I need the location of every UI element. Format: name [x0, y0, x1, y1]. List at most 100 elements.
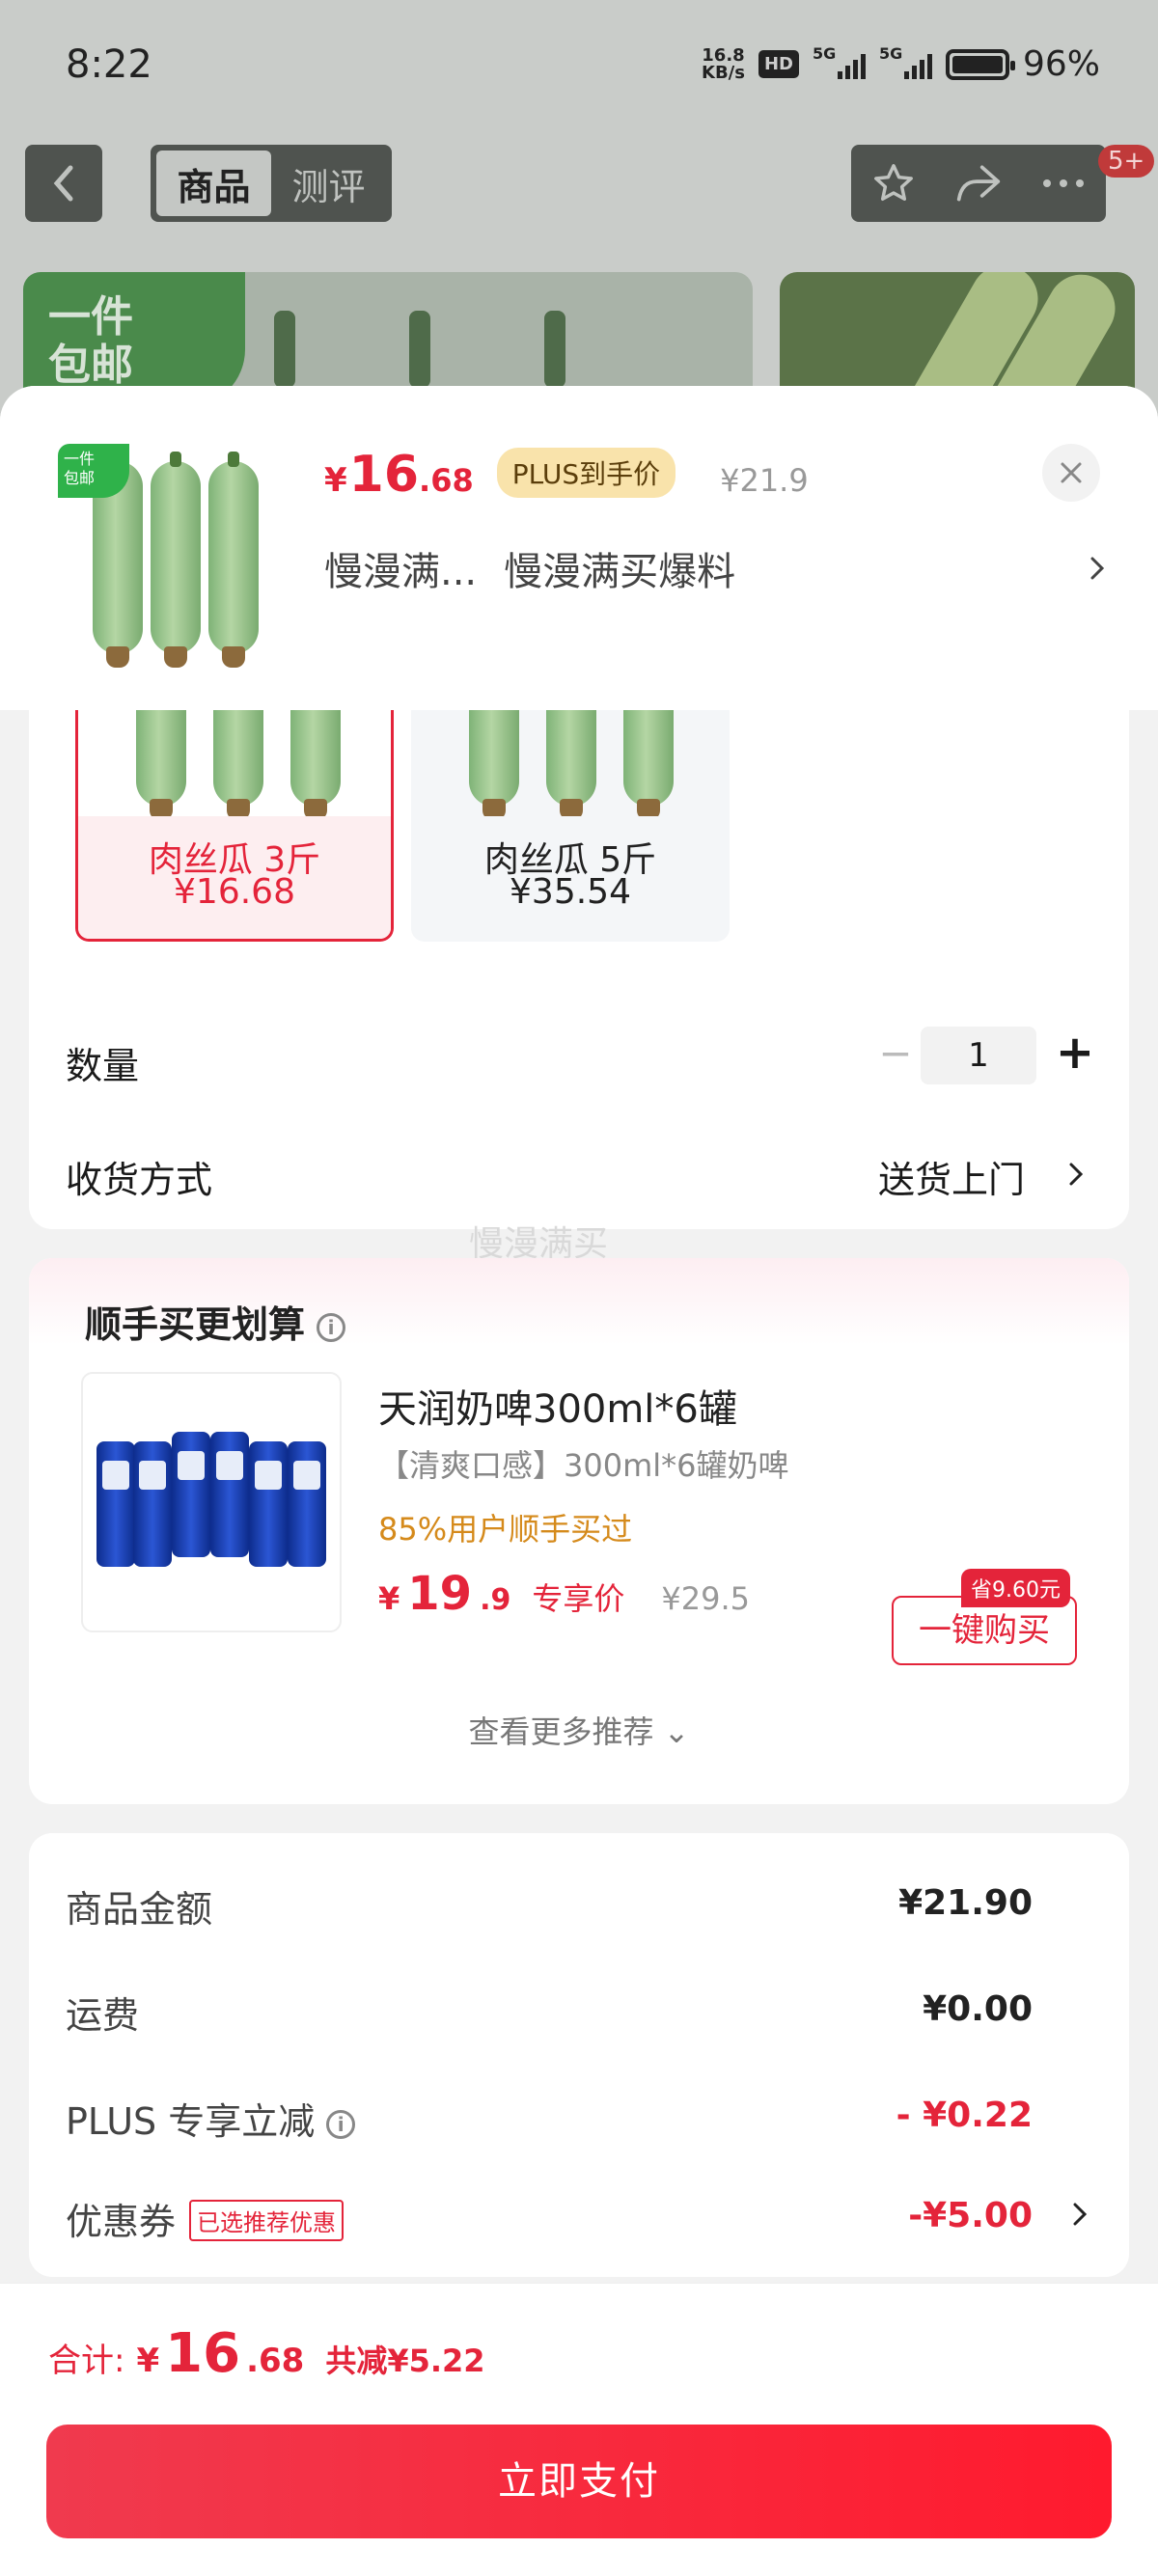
hd-icon: HD: [758, 50, 799, 78]
upsell-price-symbol: ¥: [378, 1580, 400, 1617]
upsell-card: 顺手买更划算 i 天润奶啤300ml*6罐 【清爽口感】300ml*6罐奶啤 85…: [29, 1258, 1129, 1804]
spec-options: 肉丝瓜 3斤 ¥16.68 肉丝瓜 5斤 ¥35.54: [29, 710, 1129, 1000]
shipping-method-label: 收货方式: [66, 1159, 213, 1201]
tab-product[interactable]: 商品: [156, 151, 271, 216]
spec-option-5jin[interactable]: 肉丝瓜 5斤 ¥35.54: [411, 710, 730, 942]
more-recommendations-link[interactable]: 查看更多推荐 ⌄: [29, 1708, 1129, 1752]
info-icon[interactable]: i: [317, 1312, 346, 1342]
upsell-product-image[interactable]: [81, 1372, 342, 1632]
checkout-footer: 合计: ¥ 16 .68 共减¥5.22 立即支付: [0, 2283, 1158, 2576]
purchase-sheet: 一件 包邮 ¥ 16 .68 PLUS到手价 ¥21.9 慢漫满... 慢漫满买…: [0, 386, 1158, 2576]
summary-label: 运费: [66, 1994, 140, 2037]
original-price: ¥21.9: [720, 462, 809, 499]
info-icon[interactable]: i: [326, 2109, 356, 2139]
chevron-right-icon[interactable]: [1067, 1160, 1085, 1189]
signal-label-2: 5G: [878, 43, 903, 63]
network-speed: 16.8 KB/s: [702, 44, 745, 83]
product-price: 16 .68: [349, 446, 474, 504]
nav-tabs: 商品 测评: [151, 145, 392, 222]
upsell-social-proof: 85%用户顺手买过: [378, 1511, 633, 1548]
summary-value: ¥21.90: [898, 1883, 1033, 1923]
summary-row-coupon[interactable]: 优惠券 已选推荐优惠 -¥5.00: [66, 2192, 1089, 2250]
spec-option-3jin[interactable]: 肉丝瓜 3斤 ¥16.68: [75, 710, 394, 942]
pay-now-button[interactable]: 立即支付: [46, 2425, 1112, 2538]
status-icons: 16.8 KB/s HD 5G 5G 96%: [702, 44, 1100, 85]
upsell-title-text: 顺手买更划算: [85, 1303, 306, 1346]
product-price-row: ¥ 16 .68 PLUS到手价 ¥21.9: [324, 446, 809, 506]
status-bar: 8:22 16.8 KB/s HD 5G 5G 96%: [0, 0, 1158, 135]
upsell-product-name[interactable]: 天润奶啤300ml*6罐: [378, 1378, 737, 1434]
nav-actions: [851, 145, 1106, 222]
upsell-exclusive-label: 专享价: [532, 1580, 625, 1617]
star-icon: [874, 164, 913, 202]
favorite-button[interactable]: [860, 150, 927, 217]
option-image: [78, 710, 391, 816]
summary-label-text: 优惠券: [66, 2201, 177, 2243]
total-decimal: .68: [246, 2342, 305, 2380]
chevron-right-icon: [1090, 557, 1105, 580]
free-shipping-tag: 一件 包邮: [58, 444, 129, 498]
quantity-shipping-card: 数量 − 1 + 收货方式 送货上门: [29, 1000, 1129, 1229]
upsell-product-desc: 【清爽口感】300ml*6罐奶啤: [378, 1447, 789, 1484]
quantity-label: 数量: [66, 1045, 140, 1087]
signal-icon-2: 5G: [879, 44, 932, 79]
summary-row-shipping: 运费 ¥0.00: [66, 1986, 1089, 2043]
save-amount-badge: 省9.60元: [961, 1569, 1070, 1607]
total-integer: 16: [165, 2322, 241, 2385]
summary-label-text: PLUS 专享立减: [66, 2100, 316, 2143]
close-icon: [1061, 462, 1082, 483]
message-count-badge: 5+: [1098, 145, 1155, 178]
price-decimal: .68: [419, 462, 474, 499]
total-row: 合计: ¥ 16 .68 共减¥5.22: [48, 2322, 485, 2385]
summary-value: - ¥0.22: [896, 2096, 1033, 2135]
quantity-increase-button[interactable]: +: [1046, 1025, 1104, 1082]
price-integer: 16: [348, 446, 420, 504]
promotion-row[interactable]: 慢漫满... 慢漫满买爆料: [324, 540, 1106, 596]
background-page: 8:22 16.8 KB/s HD 5G 5G 96% 商品 测评 5+ 一件 …: [0, 0, 1158, 465]
summary-value: -¥5.00: [908, 2196, 1033, 2235]
quantity-decrease-button[interactable]: −: [867, 1027, 924, 1084]
tab-review[interactable]: 测评: [271, 151, 386, 216]
status-time: 8:22: [66, 42, 152, 87]
signal-label: 5G: [812, 43, 837, 63]
total-symbol: ¥: [136, 2342, 160, 2380]
more-button[interactable]: [1030, 150, 1097, 217]
summary-row-plus-discount: PLUS 专享立减 i - ¥0.22: [66, 2092, 1089, 2150]
back-button[interactable]: [25, 145, 102, 222]
product-image: 一件 包邮: [58, 444, 290, 675]
price-symbol: ¥: [324, 461, 347, 500]
share-button[interactable]: [945, 150, 1012, 217]
coupon-recommended-tag: 已选推荐优惠: [189, 2200, 345, 2241]
promotion-label-2: 慢漫满买爆料: [504, 550, 736, 594]
option-image: [411, 710, 730, 816]
total-label: 合计:: [48, 2342, 125, 2380]
chevron-right-icon[interactable]: [1071, 2200, 1089, 2229]
upsell-price-row: ¥ 19 .9 专享价 ¥29.5: [378, 1567, 750, 1621]
network-speed-unit: KB/s: [702, 62, 745, 83]
summary-label: PLUS 专享立减 i: [66, 2092, 356, 2145]
share-icon: [956, 165, 1001, 202]
summary-value: ¥0.00: [923, 1989, 1033, 2029]
upsell-title: 顺手买更划算 i: [85, 1295, 346, 1348]
quantity-input[interactable]: 1: [921, 1027, 1036, 1084]
price-summary-card: 商品金额 ¥21.90 运费 ¥0.00 PLUS 专享立减 i - ¥0.22 …: [29, 1833, 1129, 2277]
upsell-price-integer: 19: [407, 1567, 473, 1621]
summary-row-goods: 商品金额 ¥21.90: [66, 1879, 1089, 1937]
summary-label: 优惠券 已选推荐优惠: [66, 2192, 345, 2245]
sheet-header: 一件 包邮 ¥ 16 .68 PLUS到手价 ¥21.9 慢漫满... 慢漫满买…: [0, 386, 1158, 710]
close-button[interactable]: [1042, 444, 1100, 502]
battery-percent: 96%: [1022, 44, 1100, 84]
upsell-price-decimal: .9: [480, 1583, 511, 1617]
more-icon: [1043, 179, 1084, 187]
signal-icon: 5G: [813, 44, 866, 79]
option-price: ¥16.68: [174, 872, 295, 912]
upsell-original-price: ¥29.5: [661, 1580, 750, 1617]
promotion-label-1: 慢漫满...: [324, 550, 478, 594]
battery-icon: [945, 48, 1015, 80]
chevron-left-icon: [53, 165, 73, 202]
shipping-method-value[interactable]: 送货上门: [878, 1150, 1025, 1203]
option-price: ¥35.54: [510, 872, 631, 912]
plus-price-tag: PLUS到手价: [496, 448, 676, 498]
total-saved: 共减¥5.22: [325, 2343, 485, 2379]
network-speed-value: 16.8: [702, 44, 745, 66]
